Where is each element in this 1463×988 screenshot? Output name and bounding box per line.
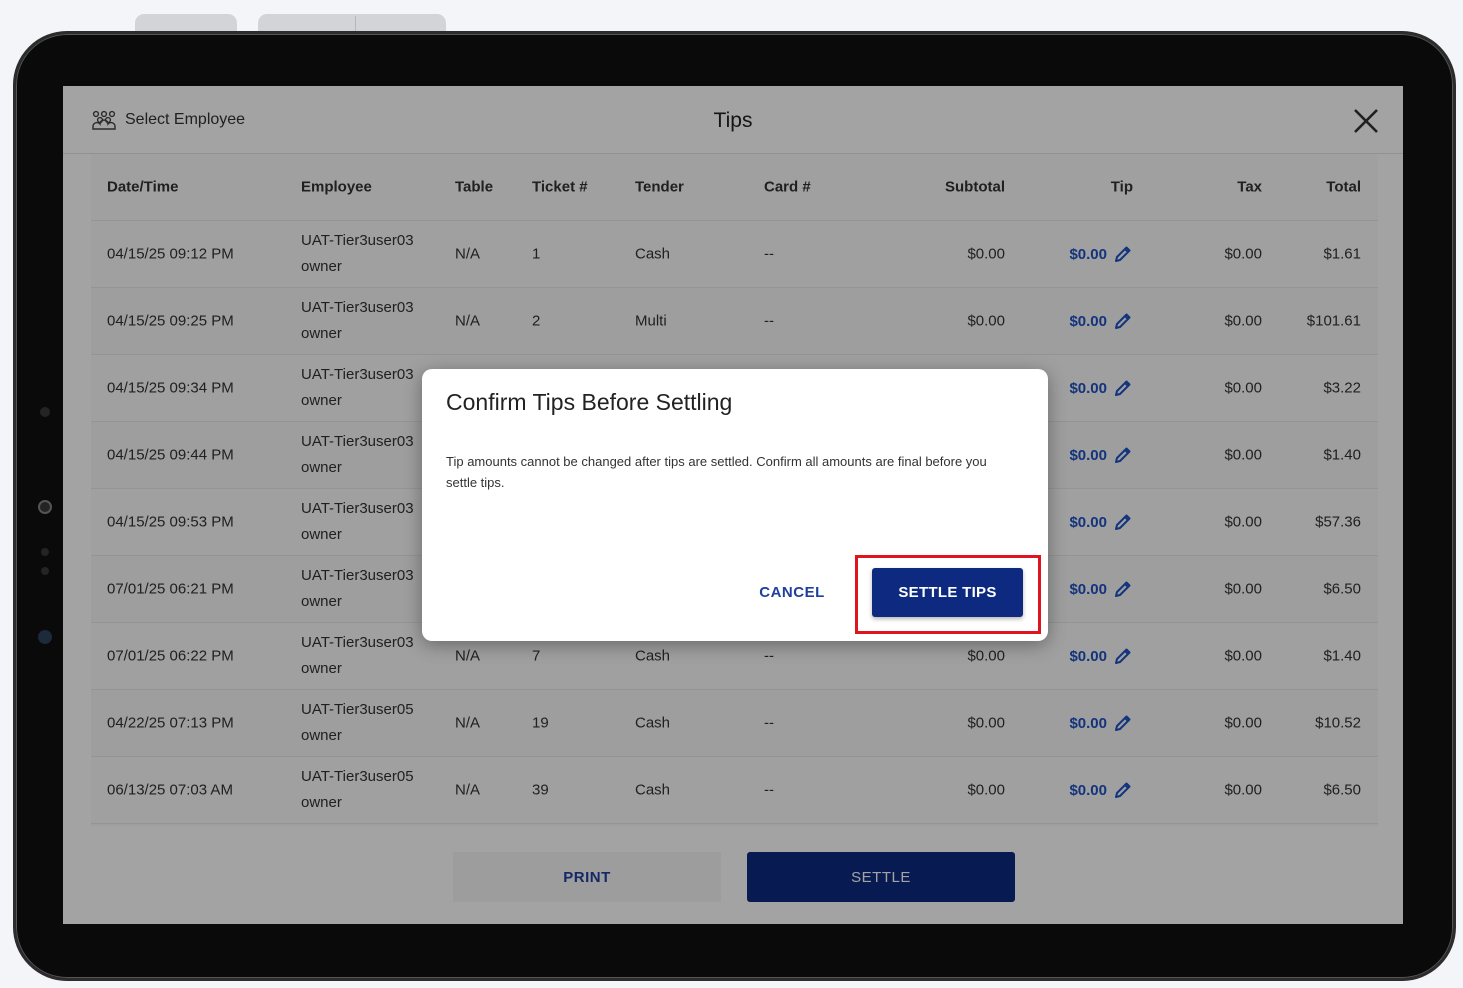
dialog-message: Tip amounts cannot be changed after tips… bbox=[446, 454, 987, 490]
sensor-lens bbox=[38, 630, 52, 644]
sensor-dot bbox=[41, 548, 49, 556]
cancel-button[interactable]: CANCEL bbox=[738, 567, 846, 617]
highlight-box bbox=[855, 555, 1041, 634]
sensor-dot bbox=[40, 407, 50, 417]
sensor-dot bbox=[41, 567, 49, 575]
dialog-title: Confirm Tips Before Settling bbox=[446, 389, 733, 415]
camera-lens bbox=[38, 500, 52, 514]
